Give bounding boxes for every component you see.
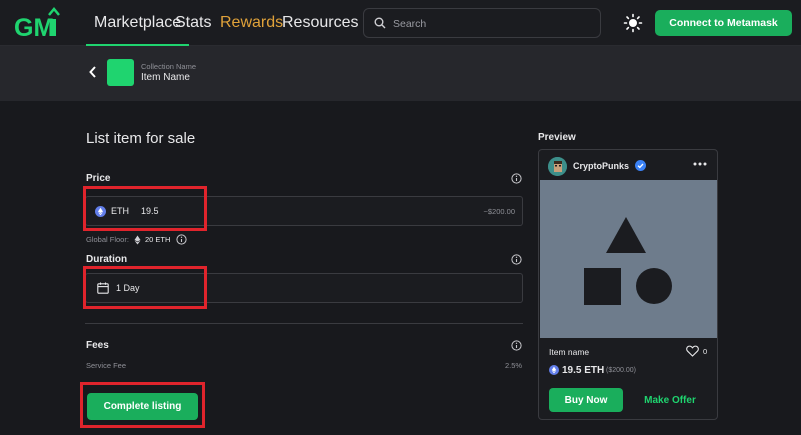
highlight-price	[83, 186, 207, 231]
top-nav: GM Marketplace Stats Rewards Resources C…	[0, 0, 801, 46]
search-input[interactable]	[393, 15, 593, 32]
highlight-duration	[83, 266, 207, 309]
avatar	[548, 157, 567, 176]
nav-rewards[interactable]: Rewards	[220, 0, 283, 46]
connect-metamask-button[interactable]: Connect to Metamask	[655, 10, 792, 36]
triangle-shape	[606, 217, 646, 253]
more-options-icon[interactable]	[693, 159, 707, 169]
service-fee-label: Service Fee	[86, 361, 127, 370]
global-floor: Global Floor: 20 ETH	[86, 234, 187, 245]
page-title: List item for sale	[86, 130, 196, 147]
fees-label: Fees	[86, 340, 109, 351]
duration-label: Duration	[86, 254, 128, 265]
search-icon	[374, 17, 386, 29]
sun-icon[interactable]	[623, 13, 643, 33]
buy-now-button[interactable]: Buy Now	[549, 388, 623, 412]
info-icon[interactable]	[511, 254, 522, 265]
square-shape	[584, 268, 621, 305]
card-price-usd: ($200.00)	[606, 367, 636, 374]
info-icon[interactable]	[176, 234, 187, 245]
card-price: 19.5 ETH	[562, 365, 605, 376]
item-thumbnail	[107, 59, 134, 86]
nft-preview-image	[540, 180, 717, 338]
verified-badge-icon	[635, 160, 646, 171]
creator-name[interactable]: CryptoPunks	[573, 161, 629, 171]
like-count: 0	[703, 347, 708, 356]
divider	[85, 323, 523, 324]
nav-resources[interactable]: Resources	[282, 0, 358, 46]
highlight-complete-listing	[80, 382, 205, 428]
item-name: Item Name	[141, 72, 190, 83]
floor-value: 20 ETH	[144, 235, 171, 244]
nav-stats[interactable]: Stats	[175, 0, 211, 46]
gmi-logo[interactable]: GM	[14, 6, 60, 40]
nav-marketplace[interactable]: Marketplace	[85, 0, 190, 46]
eth-diamond-icon	[134, 235, 141, 244]
item-header: Collection Name Item Name	[0, 46, 801, 101]
preview-title: Preview	[538, 132, 576, 143]
card-item-name: Item name	[549, 347, 590, 357]
search-box[interactable]	[363, 8, 601, 38]
service-fee-value: 2.5%	[505, 361, 523, 370]
make-offer-button[interactable]: Make Offer	[633, 388, 707, 412]
heart-icon[interactable]	[686, 345, 699, 357]
floor-label: Global Floor:	[86, 235, 129, 244]
info-icon[interactable]	[511, 173, 522, 184]
back-chevron-icon[interactable]	[88, 65, 98, 79]
eth-icon	[549, 365, 559, 375]
svg-text:GM: GM	[14, 14, 54, 40]
collection-name[interactable]: Collection Name	[141, 62, 196, 71]
price-usd: ~$200.00	[483, 207, 516, 216]
info-icon[interactable]	[511, 340, 522, 351]
circle-shape	[636, 268, 672, 304]
preview-card: CryptoPunks Item name 0 19.5 ETH ($200.0…	[538, 149, 718, 420]
price-label: Price	[86, 173, 111, 184]
